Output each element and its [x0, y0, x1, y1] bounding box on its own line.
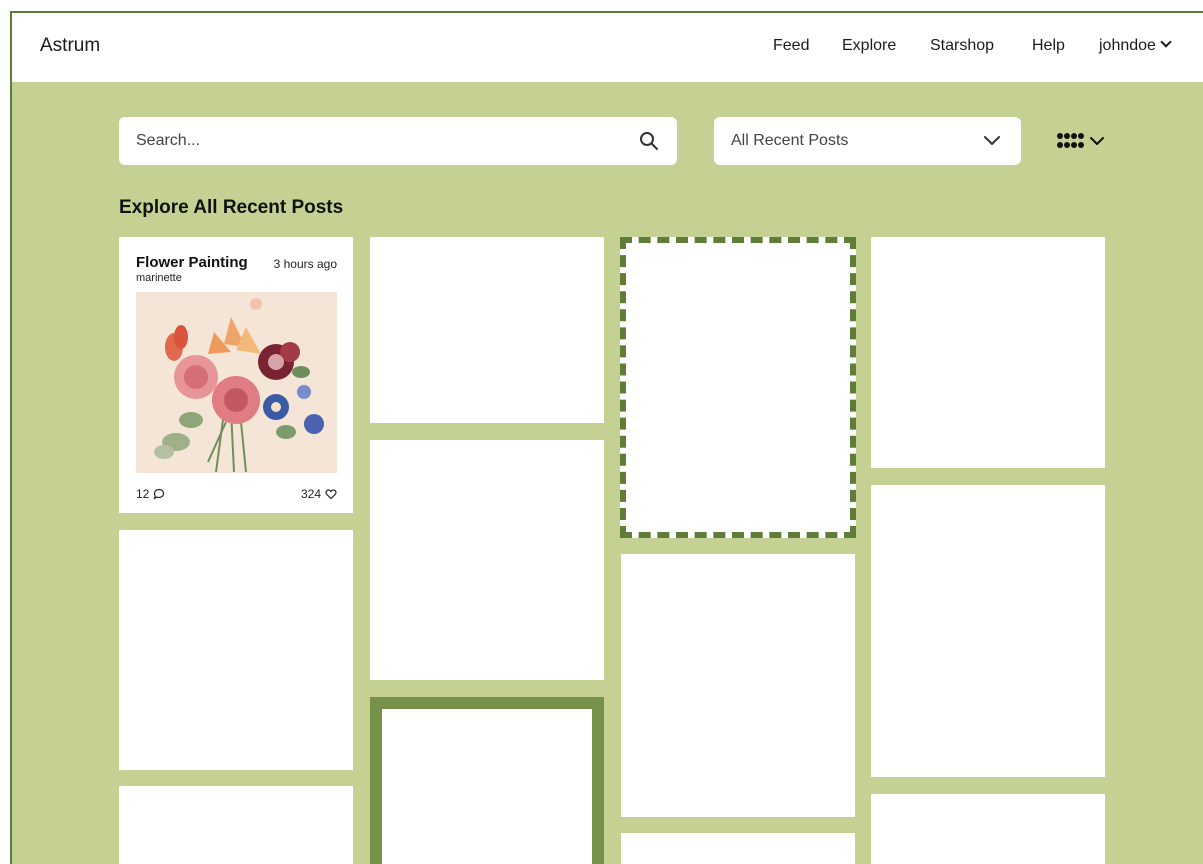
- nav-starshop[interactable]: Starshop: [930, 37, 994, 55]
- search-icon[interactable]: [639, 131, 659, 151]
- comment-count-value: 12: [136, 487, 150, 501]
- user-name: johndoe: [1099, 37, 1156, 54]
- filter-selected-value: All Recent Posts: [731, 132, 849, 149]
- post-filter-dropdown[interactable]: All Recent Posts: [714, 117, 1021, 165]
- post-card[interactable]: [871, 237, 1105, 468]
- post-card[interactable]: [871, 485, 1105, 777]
- grid-icon: [1057, 133, 1104, 148]
- view-mode-toggle[interactable]: [1056, 130, 1108, 154]
- post-timestamp: 3 hours ago: [273, 257, 337, 271]
- nav-help[interactable]: Help: [1032, 37, 1065, 55]
- search-input[interactable]: [119, 117, 677, 165]
- post-author[interactable]: marinette: [136, 272, 182, 284]
- post-image[interactable]: [136, 292, 337, 473]
- search-bar: [119, 117, 677, 165]
- post-title: Flower Painting: [136, 254, 248, 271]
- comment-count[interactable]: 12: [136, 487, 165, 501]
- post-card[interactable]: [370, 237, 604, 423]
- post-card[interactable]: [621, 554, 855, 817]
- post-card[interactable]: [119, 786, 353, 864]
- comment-icon: [153, 488, 165, 500]
- post-card-selected[interactable]: [370, 697, 604, 864]
- heart-icon: [325, 489, 337, 500]
- page-title: Explore All Recent Posts: [119, 197, 344, 218]
- top-navbar: Astrum Feed Explore Starshop Help johndo…: [12, 13, 1203, 82]
- flower-bouquet-image: [136, 292, 337, 473]
- post-card-placeholder[interactable]: [620, 237, 856, 538]
- nav-feed[interactable]: Feed: [773, 37, 809, 55]
- brand-logo[interactable]: Astrum: [40, 35, 100, 57]
- like-count[interactable]: 324: [301, 487, 337, 501]
- post-card[interactable]: [621, 833, 855, 864]
- post-card-flower-painting[interactable]: Flower Painting 3 hours ago marinette 12…: [119, 237, 353, 513]
- post-card[interactable]: [871, 794, 1105, 864]
- chevron-down-icon: [984, 136, 1000, 145]
- like-count-value: 324: [300, 487, 321, 501]
- app-frame: Astrum Feed Explore Starshop Help johndo…: [10, 11, 1203, 864]
- user-menu[interactable]: johndoe: [1099, 36, 1172, 55]
- nav-explore[interactable]: Explore: [842, 37, 896, 55]
- post-card[interactable]: [119, 530, 353, 770]
- post-card[interactable]: [370, 440, 604, 680]
- chevron-down-icon: [1160, 36, 1172, 48]
